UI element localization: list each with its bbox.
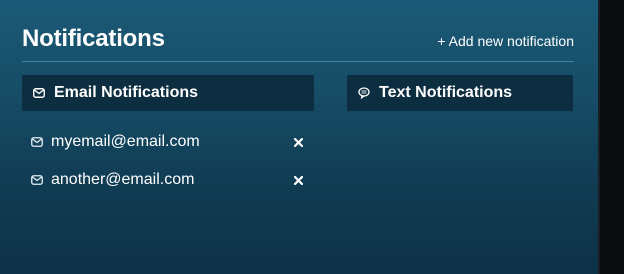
email-list: myemail@email.com another@email.com bbox=[22, 122, 314, 200]
text-notifications-header[interactable]: Text Notifications bbox=[347, 75, 573, 111]
chat-bubble-icon bbox=[357, 86, 371, 100]
close-icon[interactable] bbox=[290, 172, 306, 188]
edge-seam bbox=[598, 0, 600, 274]
envelope-icon bbox=[30, 135, 44, 149]
list-item: myemail@email.com bbox=[22, 122, 314, 162]
add-notification-link[interactable]: + Add new notification bbox=[437, 33, 574, 49]
panel-header: Notifications + Add new notification bbox=[22, 20, 574, 60]
page-title: Notifications bbox=[22, 25, 165, 52]
window-edge bbox=[598, 0, 624, 274]
email-notifications-header[interactable]: Email Notifications bbox=[22, 75, 314, 111]
envelope-icon bbox=[30, 173, 44, 187]
envelope-icon bbox=[32, 86, 46, 100]
email-address: myemail@email.com bbox=[51, 133, 200, 150]
email-address: another@email.com bbox=[51, 171, 195, 188]
close-icon[interactable] bbox=[290, 134, 306, 150]
header-divider bbox=[22, 61, 574, 62]
notifications-panel: Notifications + Add new notification Ema… bbox=[0, 0, 598, 274]
email-notifications-label: Email Notifications bbox=[54, 84, 199, 101]
text-notifications-label: Text Notifications bbox=[379, 84, 513, 101]
list-item: another@email.com bbox=[22, 160, 314, 200]
